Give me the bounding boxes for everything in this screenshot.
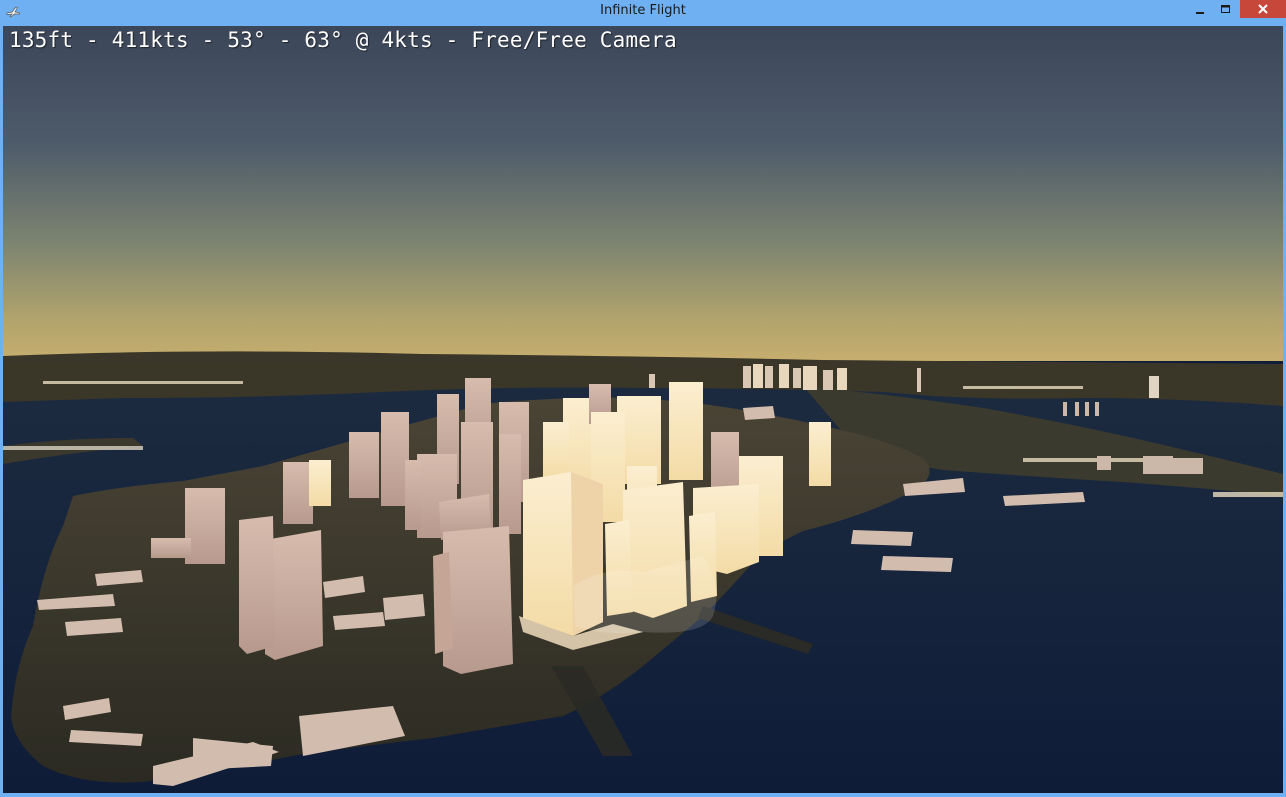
sky <box>3 26 1283 361</box>
flight-hud-readout: 135ft - 411kts - 53° - 63° @ 4kts - Free… <box>9 28 677 52</box>
close-icon <box>1257 0 1269 19</box>
left-pier <box>3 446 143 450</box>
title-bar[interactable]: Infinite Flight <box>0 0 1286 25</box>
maximize-icon <box>1221 0 1231 19</box>
close-button[interactable] <box>1240 0 1286 18</box>
maximize-button[interactable] <box>1213 0 1239 18</box>
city-scene <box>3 26 1283 793</box>
minimize-button[interactable] <box>1187 0 1213 18</box>
window-title: Infinite Flight <box>600 3 686 18</box>
game-viewport[interactable]: 135ft - 411kts - 53° - 63° @ 4kts - Free… <box>3 26 1283 793</box>
app-window: Infinite Flight 135ft - 411kts - 53° - 6… <box>0 0 1286 797</box>
minimize-icon <box>1195 0 1205 19</box>
window-bottom-border <box>0 793 1286 797</box>
